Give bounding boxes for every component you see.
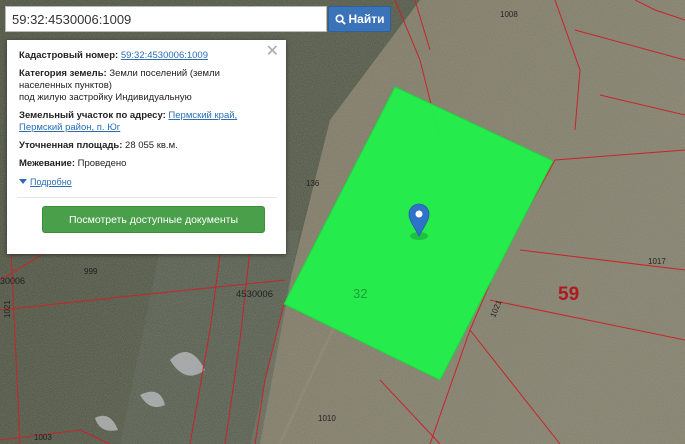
view-documents-button[interactable]: Посмотреть доступные документы: [42, 206, 265, 233]
address-row: Земельный участок по адресу: Пермский кр…: [19, 110, 274, 134]
area-value: 28 055 кв.м.: [125, 140, 178, 151]
land-category-row: Категория земель: Земли поселений (земли…: [19, 68, 274, 104]
panel-divider: [17, 197, 277, 198]
cadastral-number-link[interactable]: 59:32:4530006:1009: [121, 50, 208, 61]
search-input[interactable]: [5, 6, 327, 32]
label-999: 999: [84, 267, 98, 276]
label-plot-32: 32: [353, 286, 367, 301]
address-label: Земельный участок по адресу:: [19, 110, 166, 121]
close-icon[interactable]: ✕: [266, 44, 279, 60]
survey-label: Межевание:: [19, 158, 75, 169]
details-toggle-label: Подробно: [30, 177, 72, 187]
parcel-info-panel: ✕ Кадастровый номер: 59:32:4530006:1009 …: [7, 40, 286, 254]
land-category-label: Категория земель:: [19, 68, 107, 79]
caret-down-icon: [19, 179, 27, 184]
location-marker-icon[interactable]: [408, 203, 430, 240]
label-quarter-left: 30006: [0, 276, 25, 286]
label-quarter: 4530006: [236, 289, 273, 300]
label-1008: 1008: [500, 10, 518, 19]
search-icon: [334, 13, 346, 25]
label-region-59: 59: [558, 284, 579, 305]
cadastral-number-row: Кадастровый номер: 59:32:4530006:1009: [19, 50, 274, 62]
label-1003: 1003: [34, 433, 52, 442]
label-1021-left: 1021: [3, 300, 12, 318]
survey-value: Проведено: [77, 158, 127, 169]
search-button[interactable]: Найти: [328, 6, 391, 32]
area-row: Уточненная площадь: 28 055 кв.м.: [19, 140, 274, 152]
cadastral-number-label: Кадастровый номер:: [19, 50, 119, 61]
label-1017: 1017: [648, 257, 666, 266]
label-136: 136: [306, 179, 320, 188]
land-usage-value: под жилую застройку Индивидуальную: [19, 92, 192, 103]
search-button-label: Найти: [348, 12, 385, 26]
survey-row: Межевание: Проведено: [19, 158, 274, 170]
area-label: Уточненная площадь:: [19, 140, 123, 151]
label-1010: 1010: [318, 414, 336, 423]
details-toggle[interactable]: Подробно: [19, 176, 274, 188]
